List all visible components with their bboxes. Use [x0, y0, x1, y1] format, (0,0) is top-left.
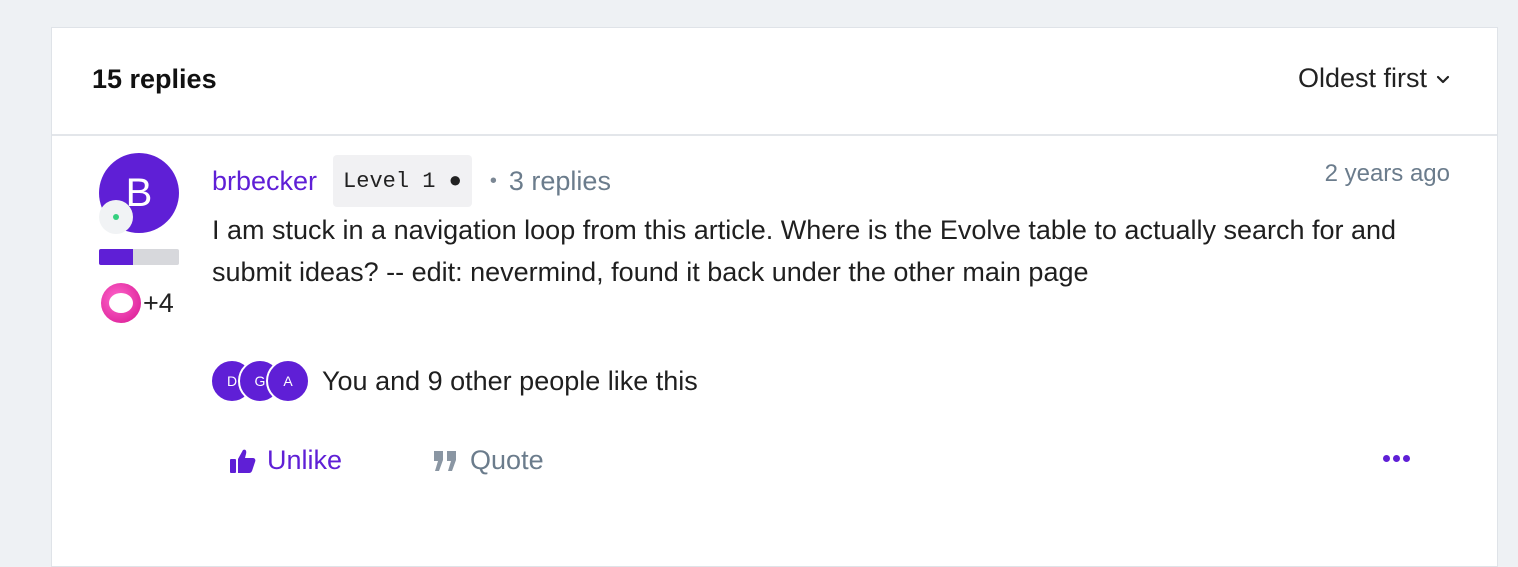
- post-timestamp[interactable]: 2 years ago: [1325, 160, 1450, 188]
- user-reply-count: 3 replies: [508, 165, 611, 196]
- quote-label: Quote: [470, 445, 544, 475]
- rank-progress-fill: [99, 249, 133, 265]
- thumbs-up-icon: [230, 449, 256, 473]
- unlike-button[interactable]: Unlike: [229, 445, 342, 476]
- badges[interactable]: +4: [101, 283, 174, 323]
- likes-text: You and 9 other people like this: [322, 365, 698, 396]
- post-meta: brbecker Level 1 ● • 3 replies: [212, 155, 611, 207]
- post-body: I am stuck in a navigation loop from thi…: [212, 215, 1397, 287]
- post-actions: Unlike Quote: [229, 445, 544, 476]
- unlike-label: Unlike: [267, 445, 343, 475]
- meta-separator: •: [489, 169, 497, 192]
- likes-summary[interactable]: D G A You and 9 other people like this: [210, 359, 698, 403]
- quote-icon: [434, 450, 457, 471]
- level-badge: Level 1 ●: [333, 155, 472, 207]
- rank-progress-bar: [99, 249, 179, 265]
- badge-extra-count: +4: [143, 287, 174, 318]
- quote-button[interactable]: Quote: [432, 445, 544, 476]
- liker-avatar: A: [266, 359, 310, 403]
- speech-bubble-icon: [101, 283, 141, 323]
- ellipsis-icon[interactable]: [1383, 455, 1410, 462]
- reply-post: B +4 brbecker Level 1 ● • 3 replies 2 ye…: [51, 0, 1498, 546]
- username-link[interactable]: brbecker: [212, 166, 317, 197]
- online-status-icon: [99, 200, 133, 234]
